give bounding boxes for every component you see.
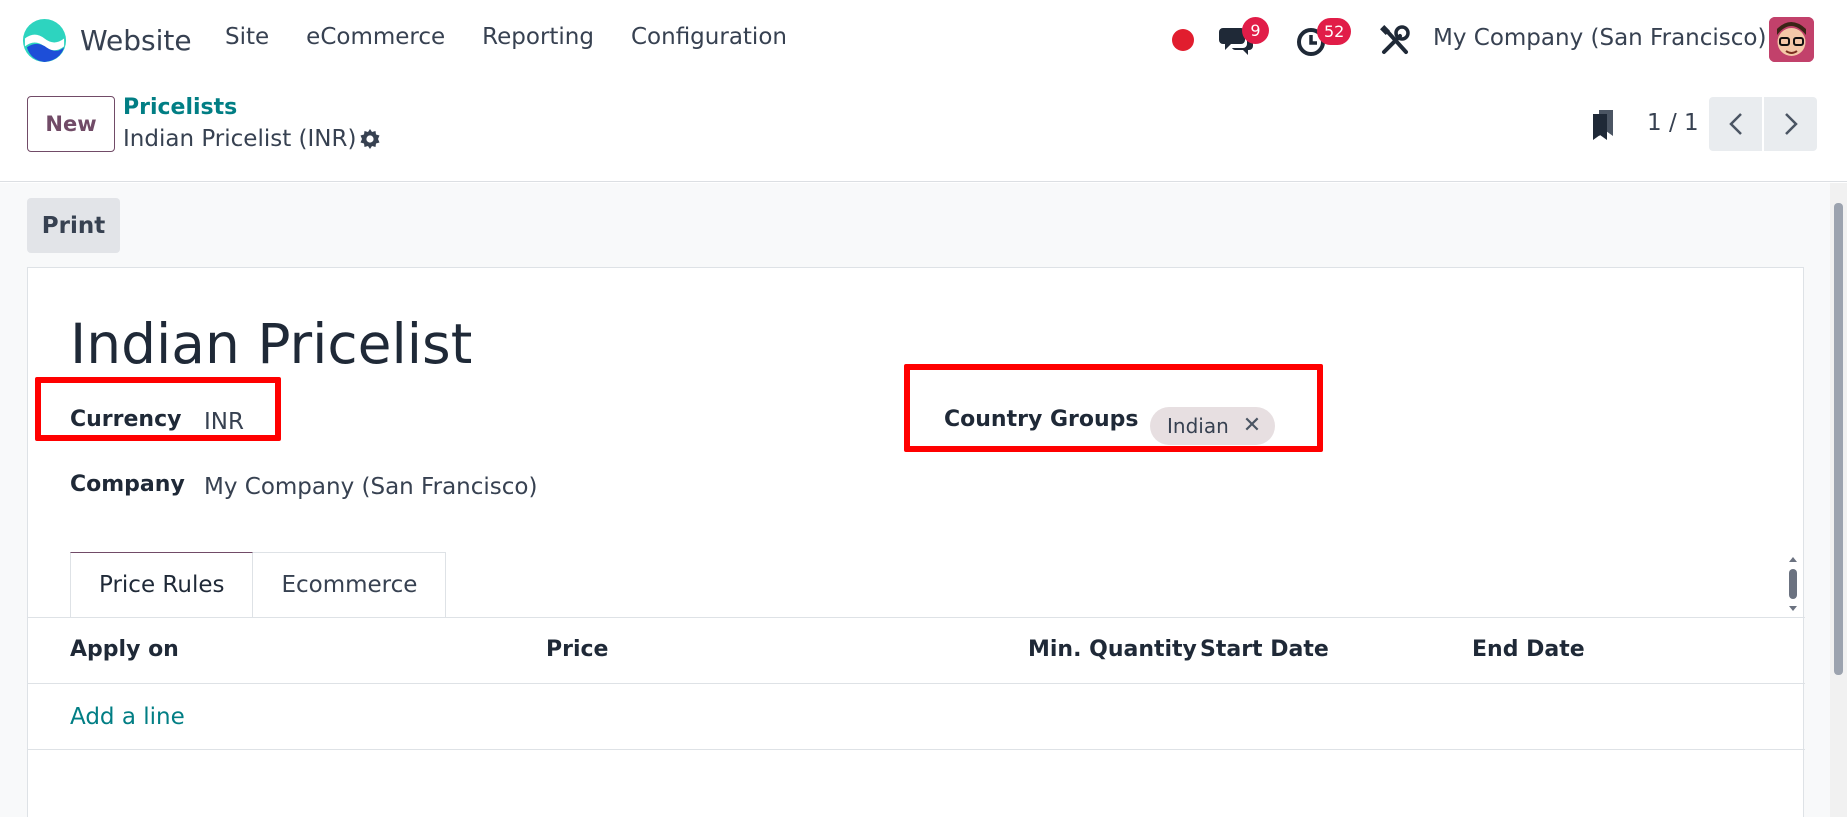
notebook-tabs: Price Rules Ecommerce [70, 552, 447, 618]
column-start-date[interactable]: Start Date [1200, 637, 1329, 662]
app-brand[interactable]: Website [21, 17, 192, 64]
pager-previous-button[interactable] [1709, 97, 1762, 151]
user-avatar[interactable] [1769, 17, 1814, 62]
recording-indicator-icon[interactable] [1172, 29, 1194, 51]
page-scrollbar-thumb[interactable] [1834, 203, 1843, 675]
tab-ecommerce[interactable]: Ecommerce [253, 552, 447, 618]
table-row: Add a line [28, 684, 1805, 750]
column-apply-on[interactable]: Apply on [70, 637, 179, 662]
breadcrumb-current: Indian Pricelist (INR) [123, 126, 357, 152]
menu-item-configuration[interactable]: Configuration [631, 24, 787, 50]
company-label: Company [70, 472, 185, 497]
highlight-box-currency [35, 377, 281, 441]
form-view: Print Indian Pricelist Currency INR Comp… [0, 183, 1830, 817]
debug-tools-icon[interactable] [1378, 24, 1412, 58]
tabs-scrollbar-thumb[interactable] [1789, 569, 1797, 599]
pager-value[interactable]: 1 / 1 [1647, 110, 1699, 136]
pricelist-name-field[interactable]: Indian Pricelist [70, 312, 472, 376]
app-name: Website [80, 24, 192, 57]
menu-item-ecommerce[interactable]: eCommerce [306, 24, 445, 50]
website-app-icon [22, 18, 67, 63]
add-a-line-link[interactable]: Add a line [70, 704, 185, 730]
new-button[interactable]: New [27, 96, 115, 152]
bookmark-icon[interactable] [1591, 108, 1617, 142]
messages-count-badge: 9 [1242, 17, 1269, 44]
tabs-scrollbar[interactable] [1784, 553, 1801, 615]
pager-next-button[interactable] [1764, 97, 1817, 151]
top-navbar: Website Site eCommerce Reporting Configu… [0, 0, 1847, 80]
main-menu: Site eCommerce Reporting Configuration [225, 24, 824, 50]
column-end-date[interactable]: End Date [1472, 637, 1585, 662]
company-field[interactable]: My Company (San Francisco) [204, 474, 537, 500]
menu-item-reporting[interactable]: Reporting [482, 24, 594, 50]
column-min-quantity[interactable]: Min. Quantity [1028, 637, 1197, 662]
form-sheet: Indian Pricelist Currency INR Company My… [27, 267, 1805, 817]
gear-icon[interactable] [358, 127, 382, 151]
column-price[interactable]: Price [546, 637, 608, 662]
menu-item-site[interactable]: Site [225, 24, 269, 50]
page-scrollbar[interactable] [1830, 183, 1847, 817]
control-panel: New Pricelists Indian Pricelist (INR) 1 … [0, 80, 1847, 182]
breadcrumb-pricelists-link[interactable]: Pricelists [123, 95, 237, 120]
tab-price-rules[interactable]: Price Rules [70, 552, 254, 618]
activities-count-badge: 52 [1317, 18, 1352, 45]
table-header: Apply on Price Min. Quantity Start Date … [28, 618, 1805, 684]
chevron-left-icon [1728, 113, 1742, 135]
highlight-box-country-groups [904, 364, 1323, 452]
company-switcher[interactable]: My Company (San Francisco) [1433, 25, 1766, 51]
print-button[interactable]: Print [27, 198, 120, 253]
chevron-right-icon [1784, 113, 1798, 135]
